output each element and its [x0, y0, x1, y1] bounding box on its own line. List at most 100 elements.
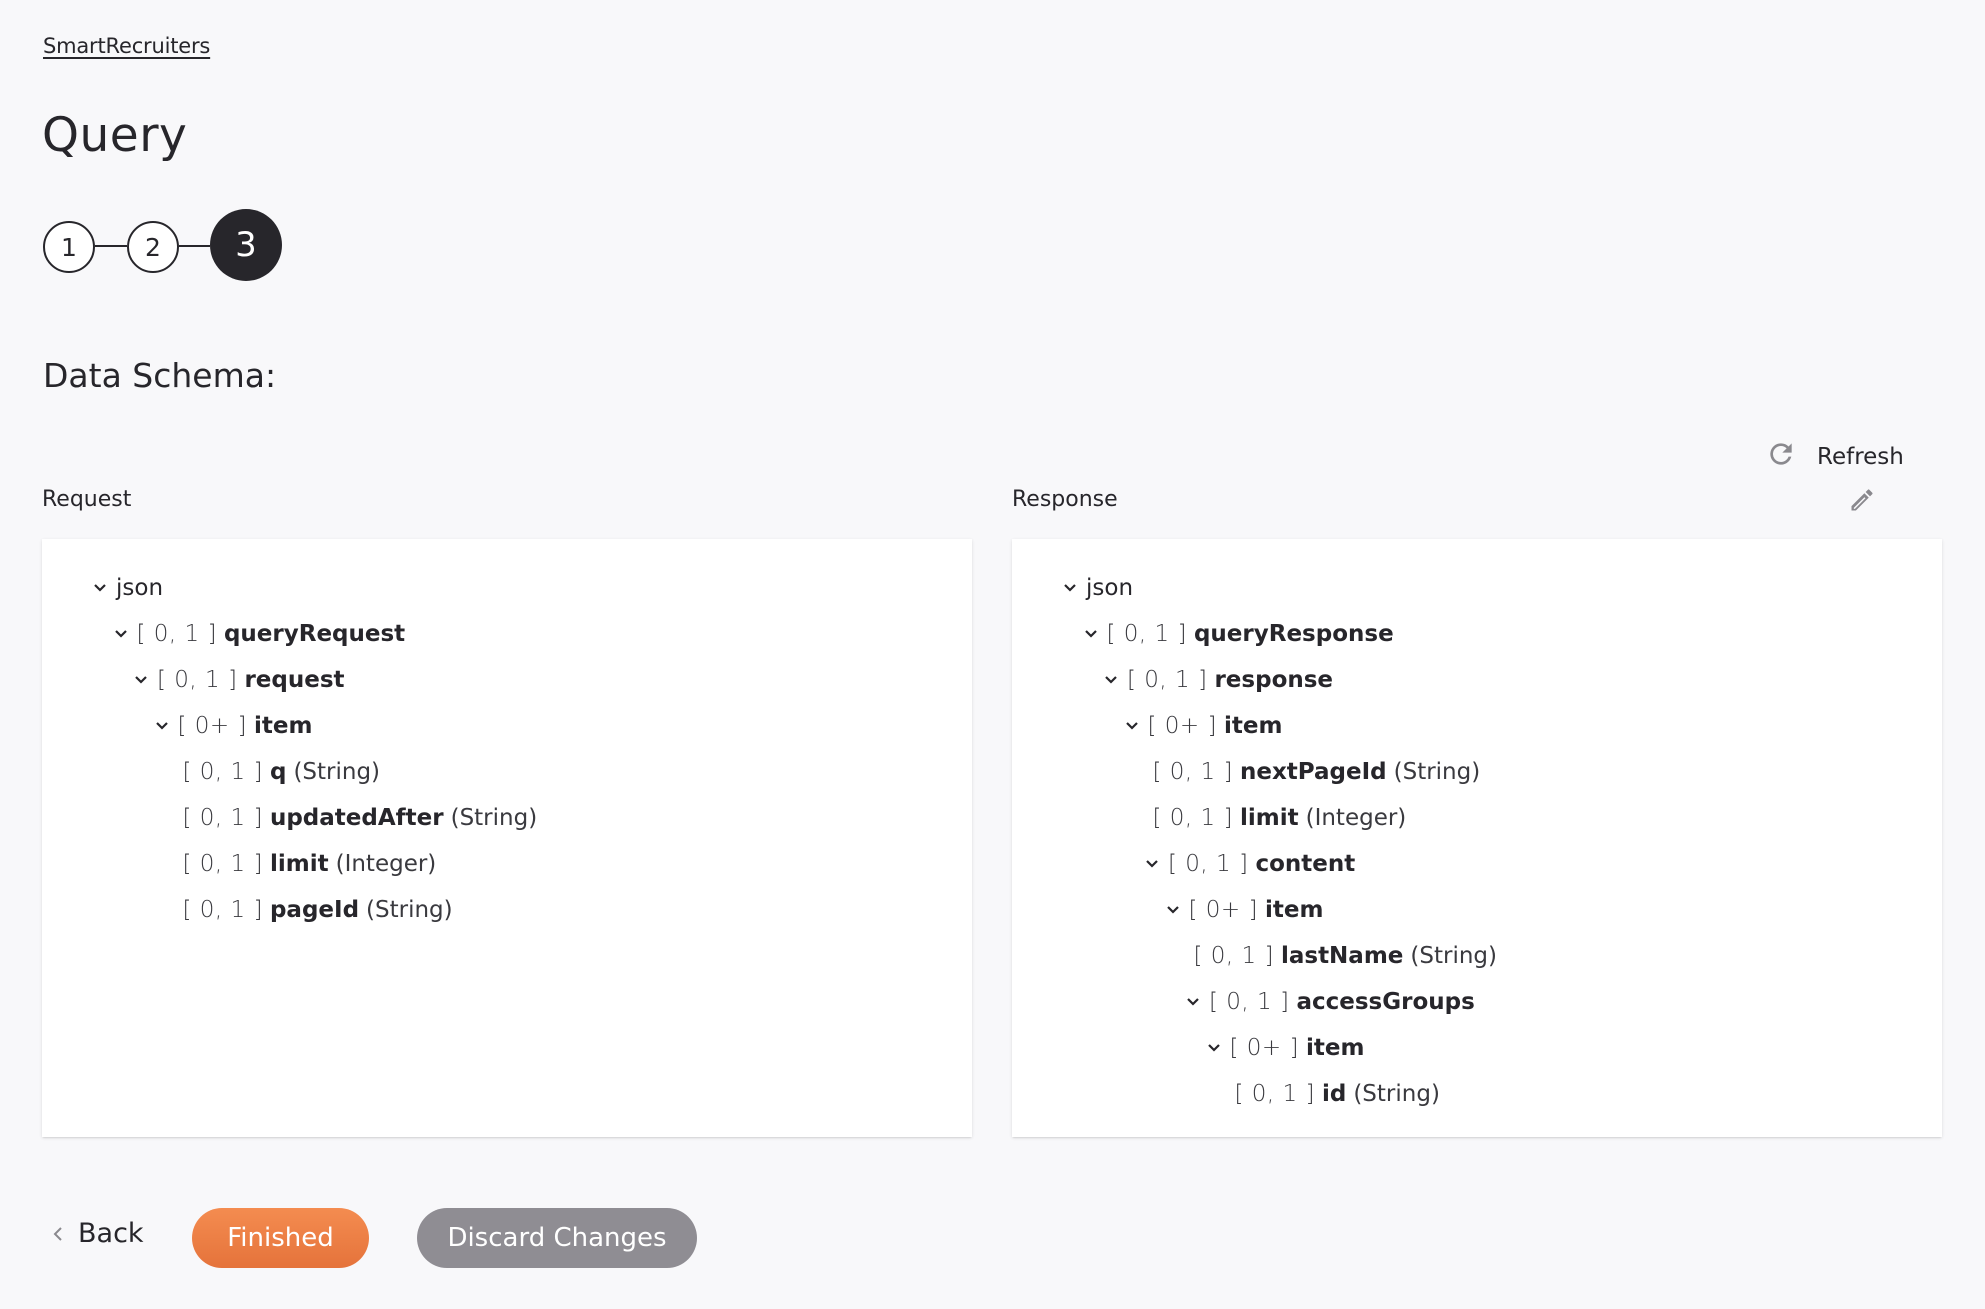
field-name: q	[269, 759, 287, 785]
request-tree: json[ 0, 1 ] queryRequest[ 0, 1 ] request[…	[42, 565, 972, 933]
tree-node-label: [ 0, 1 ] q (String)	[183, 759, 381, 785]
section-title: Data Schema:	[43, 356, 277, 395]
tree-node-label: [ 0, 1 ] request	[157, 667, 345, 693]
field-name: pageId	[269, 897, 360, 923]
cardinality: [ 0, 1 ]	[1106, 621, 1187, 647]
tree-node-label: [ 0, 1 ] pageId (String)	[183, 897, 453, 923]
cardinality: [ 0+ ]	[1147, 713, 1217, 739]
tree-node-label: [ 0, 1 ] queryResponse	[1107, 621, 1394, 647]
tree-node-label: [ 0, 1 ] nextPageId (String)	[1153, 759, 1481, 785]
field-name: accessGroups	[1296, 989, 1475, 1015]
tree-node[interactable]: [ 0+ ] item	[42, 703, 972, 749]
tree-leaf[interactable]: [ 0, 1 ] limit (Integer)	[42, 841, 972, 887]
field-name: content	[1255, 851, 1356, 877]
field-name: json	[1086, 575, 1134, 601]
tree-node-label: [ 0+ ] item	[1148, 713, 1283, 739]
field-type: (String)	[366, 897, 453, 923]
tree-leaf[interactable]: [ 0, 1 ] nextPageId (String)	[1012, 749, 1942, 795]
tree-leaf[interactable]: [ 0, 1 ] q (String)	[42, 749, 972, 795]
cardinality: [ 0, 1 ]	[1193, 943, 1274, 969]
cardinality: [ 0, 1 ]	[157, 667, 238, 693]
cardinality: [ 0, 1 ]	[1234, 1081, 1315, 1107]
cardinality: [ 0, 1 ]	[182, 759, 263, 785]
tree-node-label: [ 0, 1 ] updatedAfter (String)	[183, 805, 538, 831]
tree-node[interactable]: [ 0, 1 ] response	[1012, 657, 1942, 703]
tree-node[interactable]: [ 0, 1 ] request	[42, 657, 972, 703]
chevron-left-icon	[52, 1218, 64, 1249]
tree-node[interactable]: [ 0, 1 ] accessGroups	[1012, 979, 1942, 1025]
field-name: nextPageId	[1239, 759, 1387, 785]
finished-button[interactable]: Finished	[192, 1208, 369, 1268]
cardinality: [ 0, 1 ]	[1127, 667, 1208, 693]
tree-node-label: [ 0, 1 ] response	[1127, 667, 1333, 693]
field-type: (String)	[1353, 1081, 1440, 1107]
chevron-down-icon[interactable]	[1101, 670, 1121, 690]
breadcrumb-link[interactable]: SmartRecruiters	[43, 34, 210, 58]
edit-schema-button[interactable]	[1848, 486, 1876, 514]
cardinality: [ 0, 1 ]	[182, 805, 263, 831]
tree-node[interactable]: [ 0, 1 ] content	[1012, 841, 1942, 887]
tree-node[interactable]: [ 0, 1 ] queryRequest	[42, 611, 972, 657]
discard-changes-button[interactable]: Discard Changes	[417, 1208, 697, 1268]
chevron-down-icon[interactable]	[152, 716, 172, 736]
refresh-button[interactable]: Refresh	[1765, 438, 1904, 476]
tree-node[interactable]: json	[1012, 565, 1942, 611]
field-name: request	[244, 667, 345, 693]
field-type: (Integer)	[1305, 805, 1407, 831]
field-name: queryResponse	[1193, 621, 1394, 647]
cardinality: [ 0, 1 ]	[182, 851, 263, 877]
field-name: response	[1214, 667, 1334, 693]
tree-leaf[interactable]: [ 0, 1 ] lastName (String)	[1012, 933, 1942, 979]
field-type: (String)	[1393, 759, 1481, 785]
cardinality: [ 0, 1 ]	[1152, 759, 1233, 785]
step-2[interactable]: 2	[127, 221, 179, 273]
tree-leaf[interactable]: [ 0, 1 ] updatedAfter (String)	[42, 795, 972, 841]
chevron-down-icon[interactable]	[1081, 624, 1101, 644]
tree-node[interactable]: [ 0+ ] item	[1012, 1025, 1942, 1071]
field-name: queryRequest	[223, 621, 406, 647]
chevron-down-icon[interactable]	[131, 670, 151, 690]
tree-node-label: [ 0, 1 ] queryRequest	[137, 621, 406, 647]
cardinality: [ 0, 1 ]	[136, 621, 217, 647]
tree-node-label: [ 0, 1 ] limit (Integer)	[183, 851, 437, 877]
field-type: (String)	[293, 759, 381, 785]
tree-node-label: [ 0, 1 ] id (String)	[1235, 1081, 1440, 1107]
field-name: item	[1264, 897, 1324, 923]
field-name: item	[253, 713, 313, 739]
response-label: Response	[1012, 487, 1118, 512]
tree-node[interactable]: [ 0+ ] item	[1012, 703, 1942, 749]
field-name: item	[1223, 713, 1283, 739]
field-name: id	[1321, 1081, 1347, 1107]
field-type: (Integer)	[335, 851, 437, 877]
tree-node[interactable]: [ 0+ ] item	[1012, 887, 1942, 933]
chevron-down-icon[interactable]	[1183, 992, 1203, 1012]
chevron-down-icon[interactable]	[1163, 900, 1183, 920]
tree-leaf[interactable]: [ 0, 1 ] limit (Integer)	[1012, 795, 1942, 841]
tree-leaf[interactable]: [ 0, 1 ] id (String)	[1012, 1071, 1942, 1117]
tree-node[interactable]: [ 0, 1 ] queryResponse	[1012, 611, 1942, 657]
back-button[interactable]: Back	[52, 1218, 144, 1249]
pencil-icon	[1848, 489, 1876, 518]
response-schema-panel: json[ 0, 1 ] queryResponse[ 0, 1 ] respons…	[1012, 539, 1942, 1137]
tree-leaf[interactable]: [ 0, 1 ] pageId (String)	[42, 887, 972, 933]
tree-node-label: [ 0, 1 ] content	[1168, 851, 1355, 877]
request-label: Request	[42, 487, 132, 512]
cardinality: [ 0+ ]	[177, 713, 247, 739]
chevron-down-icon[interactable]	[1142, 854, 1162, 874]
tree-node-label: [ 0, 1 ] limit (Integer)	[1153, 805, 1407, 831]
step-1[interactable]: 1	[43, 221, 95, 273]
tree-node-label: [ 0, 1 ] lastName (String)	[1194, 943, 1498, 969]
chevron-down-icon[interactable]	[1060, 578, 1080, 598]
cardinality: [ 0, 1 ]	[182, 897, 263, 923]
field-name: limit	[1239, 805, 1299, 831]
cardinality: [ 0, 1 ]	[1168, 851, 1249, 877]
field-type: (String)	[1410, 943, 1497, 969]
field-name: updatedAfter	[269, 805, 444, 831]
chevron-down-icon[interactable]	[1204, 1038, 1224, 1058]
step-3[interactable]: 3	[210, 209, 282, 281]
tree-node[interactable]: json	[42, 565, 972, 611]
chevron-down-icon[interactable]	[1122, 716, 1142, 736]
chevron-down-icon[interactable]	[111, 624, 131, 644]
back-label: Back	[78, 1218, 144, 1249]
chevron-down-icon[interactable]	[90, 578, 110, 598]
